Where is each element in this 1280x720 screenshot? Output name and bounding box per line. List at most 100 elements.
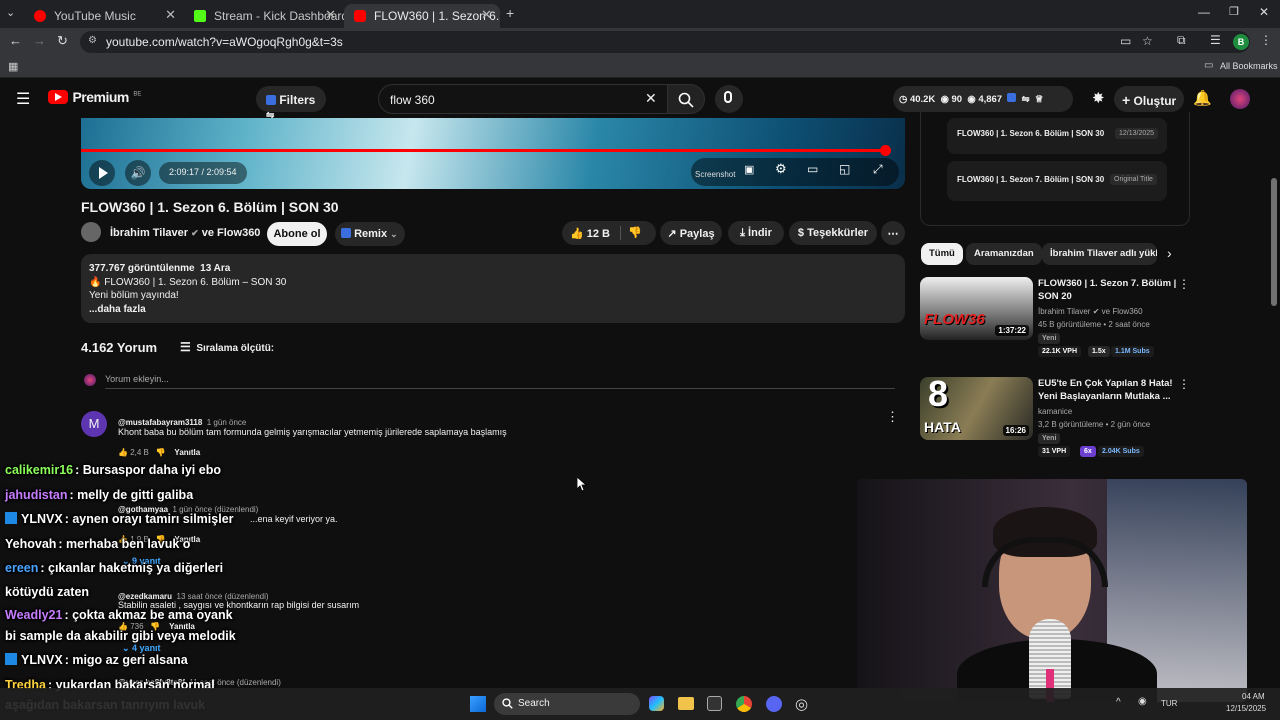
screenshot-label[interactable]: Screenshot: [695, 170, 735, 179]
progress-bar[interactable]: [81, 149, 885, 152]
play-button[interactable]: [89, 160, 115, 186]
thanks-button[interactable]: $ Teşekkürler: [789, 221, 877, 245]
close-icon[interactable]: ✕: [325, 7, 336, 23]
site-info-icon[interactable]: ⚙: [88, 35, 97, 46]
profile-avatar[interactable]: B: [1233, 34, 1249, 50]
close-icon[interactable]: ✕: [481, 7, 492, 23]
sliders-icon[interactable]: ⇋: [1022, 94, 1030, 105]
video-menu-icon[interactable]: ⋮: [1178, 277, 1190, 291]
tab-youtube-music[interactable]: YouTube Music ✕: [24, 4, 184, 28]
voice-search-button[interactable]: [715, 85, 743, 113]
close-icon[interactable]: ✕: [165, 7, 176, 23]
create-button[interactable]: + Oluştur: [1114, 86, 1184, 112]
clock-date[interactable]: 12/15/2025: [1226, 704, 1266, 713]
related-video[interactable]: FLOW36 1:37:22 FLOW360 | 1. Sezon 7. Böl…: [920, 277, 1190, 359]
dislike-icon[interactable]: 👎: [628, 226, 642, 239]
playlist-item[interactable]: FLOW360 | 1. Sezon 6. Bölüm | SON 30 12/…: [947, 118, 1167, 154]
chevron-right-icon[interactable]: ›: [1167, 245, 1172, 261]
playlist-item[interactable]: FLOW360 | 1. Sezon 7. Bölüm | SON 30 Ori…: [947, 161, 1167, 201]
chrome-icon[interactable]: [736, 696, 752, 712]
forward-icon[interactable]: →: [33, 33, 46, 48]
store-icon[interactable]: [707, 696, 722, 711]
file-explorer-icon[interactable]: [678, 697, 694, 710]
cast-icon[interactable]: ▭: [1120, 34, 1131, 48]
description-box[interactable]: 377.767 görüntülenme 13 Ara 🔥 FLOW360 | …: [81, 254, 905, 323]
tray-icon[interactable]: ◉: [1138, 696, 1147, 707]
search-box[interactable]: flow 360 ✕: [378, 84, 668, 114]
comment-avatar[interactable]: M: [81, 411, 107, 437]
related-video-channel[interactable]: kamanice: [1038, 407, 1072, 416]
comment-author[interactable]: @mustafabayram3118: [118, 418, 202, 427]
dislike-icon[interactable]: 👎: [156, 448, 166, 457]
trophy-icon[interactable]: ♕: [1035, 94, 1044, 105]
youtube-logo[interactable]: Premium BE: [48, 89, 141, 107]
tab-flow360[interactable]: FLOW360 | 1. Sezon 6. Bölüm | ✕: [344, 4, 500, 28]
chip-from-search[interactable]: Aramanızdan: [966, 243, 1042, 265]
search-input[interactable]: flow 360: [390, 93, 435, 107]
reading-list-icon[interactable]: ☰: [1210, 33, 1221, 47]
all-bookmarks-label[interactable]: All Bookmarks: [1220, 61, 1278, 71]
notifications-bell-icon[interactable]: 🔔: [1193, 89, 1212, 107]
account-avatar[interactable]: [1230, 89, 1250, 109]
reply-button[interactable]: Yanıtla: [174, 448, 200, 457]
sort-button[interactable]: ☰ Sıralama ölçütü:: [180, 340, 274, 354]
comment-menu-icon[interactable]: ⋮: [886, 409, 899, 425]
settings-gear-icon[interactable]: ⚙: [775, 161, 787, 177]
channel-name[interactable]: İbrahim Tilaver: [110, 227, 188, 239]
obs-icon[interactable]: ◎: [795, 695, 808, 713]
discord-icon[interactable]: [766, 696, 782, 712]
tray-chevron-up-icon[interactable]: ^: [1116, 697, 1121, 708]
add-comment-input[interactable]: Yorum ekleyin...: [105, 374, 895, 389]
menu-kebab-icon[interactable]: ⋮: [1260, 33, 1272, 47]
window-close-icon[interactable]: ✕: [1259, 5, 1269, 19]
copilot-icon[interactable]: [649, 696, 664, 711]
show-more-link[interactable]: ...daha fazla: [89, 303, 897, 317]
tab-kick-dashboard[interactable]: Stream - Kick Dashboard ✕: [184, 4, 344, 28]
chip-channel-uploads[interactable]: İbrahim Tilaver adlı yükle: [1042, 243, 1157, 265]
clock-time[interactable]: 04 AM: [1242, 692, 1265, 701]
url-input[interactable]: ⚙ youtube.com/watch?v=aWOgoqRgh0g&t=3s ▭…: [80, 31, 1250, 53]
share-button[interactable]: ↗ Paylaş: [660, 221, 722, 245]
video-menu-icon[interactable]: ⋮: [1178, 377, 1190, 391]
windows-start-icon[interactable]: [470, 696, 486, 712]
remix-button[interactable]: Remix ⌄: [335, 222, 405, 246]
video-thumbnail[interactable]: 8 HATA 16:26: [920, 377, 1033, 440]
tab-search-icon[interactable]: ⌄: [6, 6, 15, 19]
more-actions-button[interactable]: ⋯: [881, 221, 905, 245]
hamburger-menu-icon[interactable]: ☰: [16, 89, 30, 109]
progress-scrubber[interactable]: [879, 145, 891, 156]
download-button[interactable]: ⤓ İndir: [728, 221, 784, 245]
channel-avatar[interactable]: [81, 222, 101, 242]
quality-icon[interactable]: ▣: [744, 163, 754, 176]
minimize-icon[interactable]: —: [1198, 5, 1210, 19]
video-thumbnail[interactable]: FLOW36 1:37:22: [920, 277, 1033, 340]
maximize-icon[interactable]: ❐: [1229, 5, 1239, 18]
like-icon[interactable]: 👍: [118, 448, 128, 457]
extensions-icon[interactable]: ⧉: [1177, 33, 1186, 48]
search-button[interactable]: [667, 84, 705, 114]
fullscreen-icon[interactable]: ⤢: [873, 162, 883, 177]
apps-grid-icon[interactable]: ▦: [8, 60, 18, 73]
new-tab-icon[interactable]: +: [506, 5, 514, 21]
collab-name[interactable]: ve Flow360: [202, 227, 261, 239]
language-indicator[interactable]: TUR: [1161, 699, 1177, 708]
volume-icon[interactable]: 🔊: [125, 160, 151, 186]
chip-all[interactable]: Tümü: [921, 243, 963, 265]
miniplayer-icon[interactable]: ▭: [807, 162, 818, 176]
back-icon[interactable]: ←: [9, 33, 22, 48]
subscribe-button[interactable]: Abone ol: [267, 222, 327, 246]
taskbar-search[interactable]: Search: [494, 693, 640, 715]
reload-icon[interactable]: ↻: [57, 33, 68, 49]
sparkle-icon[interactable]: ✸: [1092, 89, 1105, 107]
related-video[interactable]: 8 HATA 16:26 EU5'te En Çok Yapılan 8 Hat…: [920, 377, 1190, 459]
video-player[interactable]: 🔊 2:09:17 / 2:09:54 Screenshot ▣ ⚙ ▭ ◱ ⤢: [81, 118, 905, 189]
extension-icon[interactable]: [1007, 93, 1017, 102]
page-scrollbar[interactable]: [1271, 178, 1277, 306]
clear-search-icon[interactable]: ✕: [645, 90, 657, 107]
like-icon[interactable]: 👍: [570, 228, 584, 240]
collab-name[interactable]: ve Flow360: [1102, 307, 1143, 316]
bookmark-star-icon[interactable]: ☆: [1142, 34, 1153, 48]
filters-button[interactable]: Filters ⇋: [256, 86, 326, 121]
channel-name[interactable]: İbrahim Tilaver: [1038, 307, 1090, 316]
cast-icon[interactable]: ◱: [839, 162, 850, 176]
